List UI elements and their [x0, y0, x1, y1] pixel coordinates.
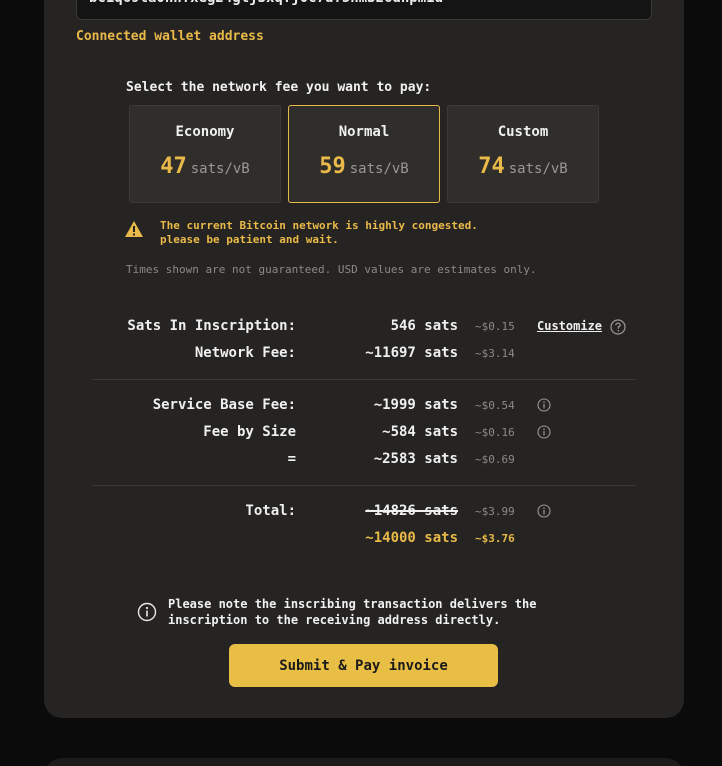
total-discounted-usd: ~$3.76: [475, 532, 515, 545]
inscription-sats-label: Sats In Inscription:: [127, 318, 296, 334]
fee-option-rate: 59: [319, 154, 346, 179]
fee-by-size-sats: ~584 sats: [382, 424, 458, 440]
help-icon[interactable]: [610, 319, 626, 335]
total-label: Total:: [245, 503, 296, 519]
inscription-delivery-note: Please note the inscribing transaction d…: [168, 597, 537, 627]
divider: [92, 379, 636, 380]
fee-option-economy[interactable]: Economy 47 sats/vB: [129, 105, 281, 203]
network-fee-label: Network Fee:: [194, 345, 296, 361]
fee-option-rate: 74: [478, 154, 505, 179]
next-card: [44, 758, 684, 766]
fee-option-name: Custom: [497, 124, 549, 140]
fee-option-name: Economy: [175, 124, 235, 140]
fee-option-custom[interactable]: Custom 74 sats/vB: [447, 105, 599, 203]
fee-option-unit: sats/vB: [349, 161, 409, 177]
fee-by-size-usd: ~$0.16: [475, 426, 515, 439]
total-original-usd: ~$3.99: [475, 505, 515, 518]
wallet-address-label: Connected wallet address: [76, 29, 264, 44]
submit-pay-invoice-button[interactable]: Submit & Pay invoice: [229, 644, 498, 687]
network-fee-usd: ~$3.14: [475, 347, 515, 360]
network-fee-sats: ~11697 sats: [365, 345, 458, 361]
inscription-sats-value: 546 sats: [390, 318, 458, 334]
divider: [92, 485, 636, 486]
total-discounted-sats: ~14000 sats: [365, 530, 458, 546]
fee-option-rate: 47: [160, 154, 187, 179]
fee-option-name: Normal: [338, 124, 390, 140]
service-base-fee-usd: ~$0.54: [475, 399, 515, 412]
fee-selector-title: Select the network fee you want to pay:: [126, 80, 432, 95]
wallet-address-field[interactable]: bc1q69ta0hnfxeg24gtj3xqfj0c7df5hm326dnpm…: [76, 0, 652, 20]
subtotal-sats: ~2583 sats: [373, 451, 458, 467]
info-icon[interactable]: [537, 425, 551, 439]
subtotal-label: =: [287, 451, 296, 467]
service-base-fee-sats: ~1999 sats: [373, 397, 458, 413]
estimate-disclaimer: Times shown are not guaranteed. USD valu…: [126, 263, 537, 276]
fee-option-unit: sats/vB: [508, 161, 568, 177]
inscription-usd-value: ~$0.15: [475, 320, 515, 333]
warning-icon: [125, 221, 143, 237]
info-icon[interactable]: [537, 504, 551, 518]
service-base-fee-label: Service Base Fee:: [152, 397, 296, 413]
congestion-warning: The current Bitcoin network is highly co…: [160, 219, 478, 246]
fee-option-normal[interactable]: Normal 59 sats/vB: [288, 105, 440, 203]
total-original-sats: ~14826 sats: [365, 503, 458, 519]
info-icon[interactable]: [537, 398, 551, 412]
customize-link[interactable]: Customize: [537, 319, 602, 333]
fee-option-unit: sats/vB: [190, 161, 250, 177]
subtotal-usd: ~$0.69: [475, 453, 515, 466]
fee-by-size-label: Fee by Size: [203, 424, 296, 440]
info-icon: [137, 602, 157, 622]
